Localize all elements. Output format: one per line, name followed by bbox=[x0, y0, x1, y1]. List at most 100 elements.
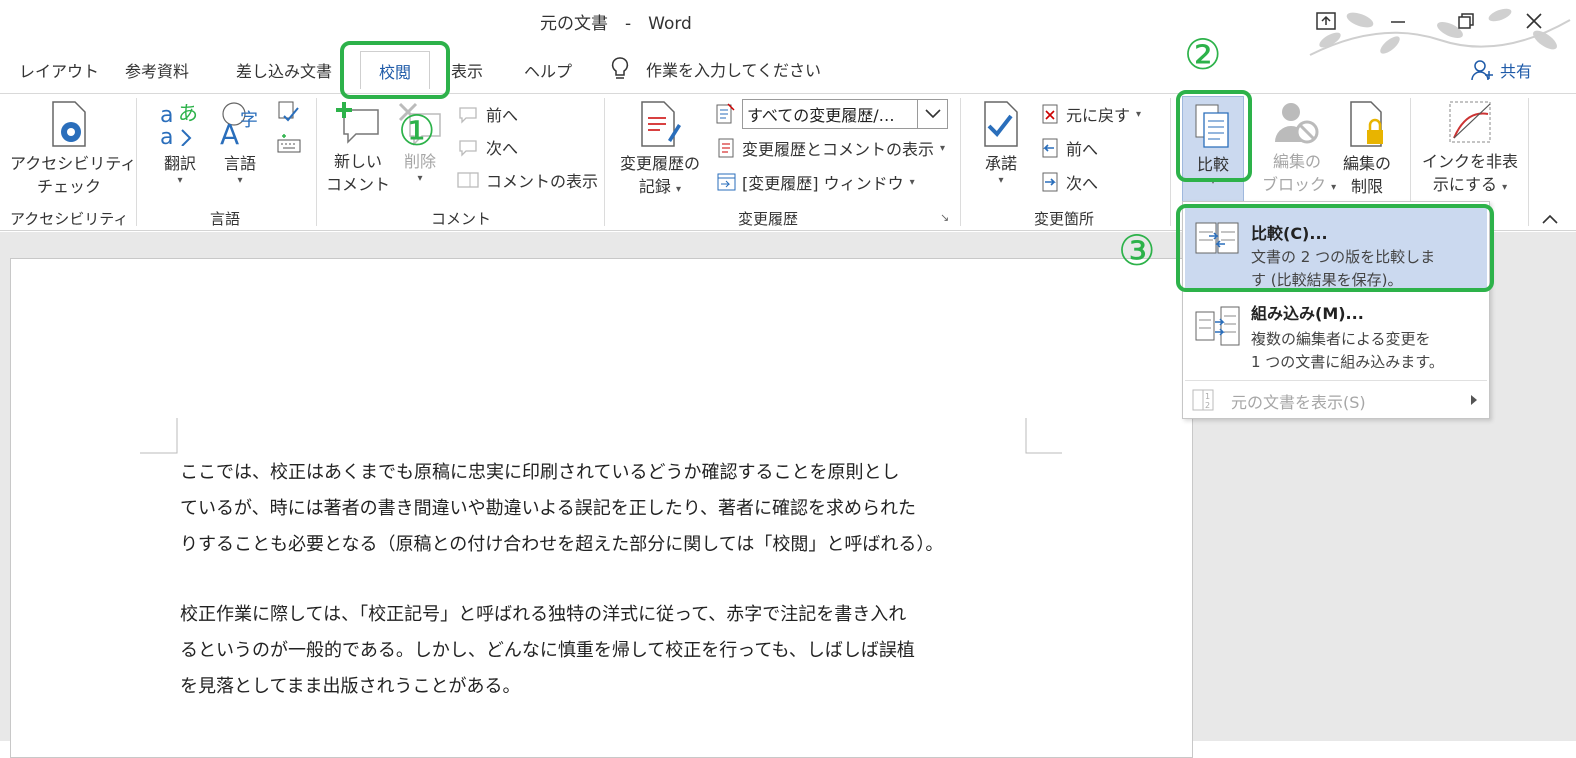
paragraph-line: ここでは、校正はあくまでも原稿に忠実に印刷されているどうか確認することを原則とし bbox=[180, 462, 900, 483]
accept-icon bbox=[984, 101, 1018, 147]
svg-text:A: A bbox=[220, 118, 239, 146]
language-label: 言語 bbox=[223, 154, 256, 173]
keyboard-icon[interactable] bbox=[276, 134, 302, 156]
hide-ink-button[interactable]: インクを非表 示にする ▾ bbox=[1418, 100, 1522, 199]
language-button[interactable]: A 字 言語 ▾ bbox=[214, 100, 266, 186]
annotation-box-compare-button bbox=[1176, 90, 1252, 182]
svg-text:a: a bbox=[160, 125, 173, 146]
paragraph-line: を見落としてまま出版されうことがある。 bbox=[180, 676, 521, 697]
previous-change-button[interactable]: 前へ bbox=[1040, 134, 1098, 162]
restrict-editing-label-2: 制限 bbox=[1350, 177, 1383, 196]
previous-comment-icon bbox=[459, 107, 477, 124]
chevron-down-icon: ▾ bbox=[417, 173, 423, 184]
previous-comment-button[interactable]: 前へ bbox=[456, 100, 518, 128]
paragraph-line: りすることも必要となる（原稿との付け合わせを超えた部分に関しては「校閲」と呼ばれ… bbox=[180, 534, 944, 555]
chevron-down-icon bbox=[924, 109, 941, 119]
accept-label: 承諾 bbox=[984, 154, 1017, 173]
paragraph-line: るというのが一般的である。しかし、どんなに慎重を帰して校正を行っても、しばしば誤… bbox=[180, 640, 915, 661]
minimize-icon bbox=[1391, 21, 1405, 23]
show-comments-icon bbox=[457, 172, 479, 188]
spelling-check-icon[interactable] bbox=[276, 100, 302, 124]
next-change-button[interactable]: 次へ bbox=[1040, 168, 1098, 196]
close-button[interactable] bbox=[1516, 6, 1552, 36]
next-change-label: 次へ bbox=[1066, 174, 1099, 193]
crop-mark bbox=[140, 418, 178, 454]
ribbon-display-button[interactable] bbox=[1308, 6, 1344, 36]
hide-ink-label-2: 示にする ▾ bbox=[1418, 173, 1522, 199]
new-comment-button[interactable]: 新しい コメント bbox=[326, 100, 390, 196]
crop-mark bbox=[1025, 418, 1062, 454]
show-comments-button[interactable]: コメントの表示 bbox=[456, 166, 598, 194]
markup-display-select[interactable]: すべての変更履歴/… bbox=[742, 99, 948, 129]
previous-change-icon bbox=[1042, 138, 1058, 158]
track-changes-button[interactable]: 変更履歴の 記録 ▾ bbox=[614, 100, 706, 201]
tab-layout[interactable]: レイアウト bbox=[19, 58, 99, 84]
next-comment-button[interactable]: 次へ bbox=[456, 133, 518, 161]
previous-comment-label: 前へ bbox=[486, 106, 519, 125]
svg-text:字: 字 bbox=[240, 110, 258, 131]
combine-docs-icon bbox=[1195, 306, 1240, 346]
show-markup-icon bbox=[718, 138, 734, 158]
show-markup-button[interactable]: 変更履歴とコメントの表示 ▾ bbox=[716, 134, 945, 162]
annotation-step-1: ① bbox=[398, 106, 436, 155]
accessibility-check-button[interactable]: アクセシビリティ チェック bbox=[10, 100, 137, 198]
share-label: 共有 bbox=[1500, 62, 1533, 81]
tab-references[interactable]: 参考資料 bbox=[125, 58, 189, 84]
group-separator bbox=[960, 98, 961, 226]
chevron-down-icon: ▾ bbox=[1136, 108, 1142, 120]
hide-ink-label-1: インクを非表 bbox=[1421, 152, 1518, 171]
accept-button[interactable]: 承諾 ▾ bbox=[972, 100, 1030, 186]
reject-label: 元に戻す bbox=[1066, 106, 1131, 125]
tell-me-box[interactable]: 作業を入力してください bbox=[610, 56, 821, 82]
group-separator bbox=[1528, 98, 1529, 226]
block-authors-label-1: 編集の bbox=[1272, 152, 1321, 171]
group-label-language: 言語 bbox=[209, 210, 240, 228]
translate-icon: a あ a bbox=[160, 101, 198, 146]
share-button[interactable]: 共有 bbox=[1470, 58, 1532, 82]
paragraph-line: ているが、時には著者の書き間違いや勘違いよる誤記を正したり、著者に確認を求められ… bbox=[180, 498, 917, 519]
chevron-down-icon: ▾ bbox=[676, 184, 682, 195]
show-source-docs-icon: 12 bbox=[1192, 389, 1214, 411]
restore-button[interactable] bbox=[1448, 6, 1484, 36]
dialog-launcher-icon[interactable]: ↘ bbox=[940, 211, 949, 224]
menu-item-show-source[interactable]: 12 元の文書を表示(S) bbox=[1185, 384, 1487, 416]
lightbulb-icon bbox=[611, 57, 629, 79]
restrict-editing-label-1: 編集の bbox=[1342, 154, 1391, 173]
menu-divider bbox=[1185, 380, 1487, 381]
markup-display-value: すべての変更履歴/… bbox=[747, 106, 895, 125]
group-separator bbox=[136, 98, 137, 226]
block-authors-button[interactable]: 編集の ブロック ▾ bbox=[1262, 100, 1336, 199]
tab-help[interactable]: ヘルプ bbox=[524, 58, 572, 84]
menu-item-combine[interactable]: 組み込み(M)... 複数の編集者による変更を 1 つの文書に組み込みます。 bbox=[1185, 294, 1487, 378]
collapse-ribbon-icon[interactable] bbox=[1540, 212, 1560, 226]
previous-change-label: 前へ bbox=[1066, 140, 1099, 159]
menu-item-combine-desc: 複数の編集者による変更を 1 つの文書に組み込みます。 bbox=[1251, 330, 1444, 371]
show-markup-label: 変更履歴とコメントの表示 bbox=[742, 140, 935, 159]
next-comment-label: 次へ bbox=[486, 139, 519, 158]
accessibility-label-1: アクセシビリティ bbox=[10, 154, 137, 173]
translate-button[interactable]: a あ a 翻訳 ▾ bbox=[152, 100, 208, 186]
annotation-box-compare-item bbox=[1176, 204, 1494, 292]
group-label-comments: コメント bbox=[430, 210, 491, 228]
annotation-step-3: ③ bbox=[1118, 226, 1156, 275]
restrict-editing-button[interactable]: 編集の 制限 bbox=[1334, 100, 1400, 198]
hide-ink-label-2-text: 示にする bbox=[1432, 175, 1498, 194]
next-comment-icon bbox=[459, 140, 477, 157]
tab-view[interactable]: 表示 bbox=[451, 58, 483, 84]
new-comment-label-1: 新しい bbox=[333, 152, 382, 171]
reject-icon bbox=[1042, 104, 1058, 124]
hide-ink-icon bbox=[1449, 101, 1491, 143]
annotation-step-2: ② bbox=[1184, 30, 1222, 79]
ribbon-display-icon bbox=[1316, 12, 1336, 30]
tab-mailings[interactable]: 差し込み文書 bbox=[236, 58, 332, 84]
chevron-right-icon bbox=[1471, 395, 1477, 405]
minimize-button[interactable] bbox=[1380, 6, 1416, 36]
chevron-down-icon: ▾ bbox=[998, 175, 1004, 186]
reject-button[interactable]: 元に戻す ▾ bbox=[1040, 100, 1141, 128]
markup-dropdown-toggle[interactable] bbox=[917, 100, 947, 128]
next-change-icon bbox=[1042, 172, 1058, 192]
menu-item-combine-title: 組み込み(M)... bbox=[1251, 304, 1364, 323]
menu-item-show-source-label: 元の文書を表示(S) bbox=[1231, 393, 1366, 412]
reviewing-pane-button[interactable]: [変更履歴] ウィンドウ ▾ bbox=[716, 168, 915, 196]
chevron-down-icon: ▾ bbox=[909, 176, 915, 188]
